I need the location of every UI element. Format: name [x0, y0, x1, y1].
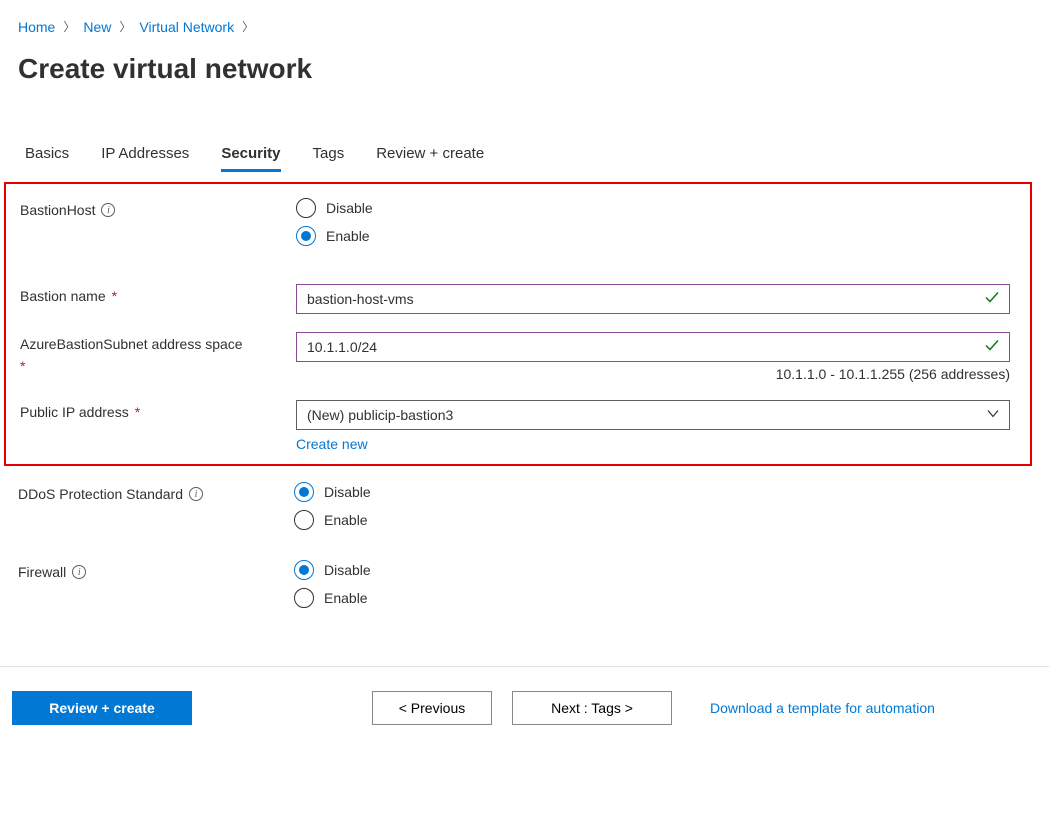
info-icon[interactable]: i	[72, 565, 86, 579]
tab-bar: Basics IP Addresses Security Tags Review…	[0, 85, 1049, 172]
bastion-host-disable-radio[interactable]: Disable	[296, 198, 1014, 218]
chevron-right-icon: 〉	[242, 18, 254, 35]
bastion-config-highlight: BastionHost i Disable Enable Bastion nam…	[4, 182, 1032, 466]
breadcrumb-virtual-network[interactable]: Virtual Network	[139, 19, 234, 35]
radio-label: Disable	[324, 562, 371, 578]
tab-ip-addresses[interactable]: IP Addresses	[101, 137, 189, 172]
chevron-right-icon: 〉	[63, 18, 75, 35]
required-icon: *	[135, 404, 140, 420]
label-text: Bastion name	[20, 288, 106, 304]
required-icon: *	[112, 288, 117, 304]
bastion-name-input[interactable]	[296, 284, 1010, 314]
ddos-label: DDoS Protection Standard i	[18, 482, 294, 502]
info-icon[interactable]: i	[101, 203, 115, 217]
firewall-radio-group: Disable Enable	[294, 560, 1033, 608]
radio-label: Enable	[324, 590, 368, 606]
breadcrumb: Home 〉 New 〉 Virtual Network 〉	[0, 0, 1049, 35]
check-icon	[984, 338, 1000, 357]
tab-tags[interactable]: Tags	[313, 137, 345, 172]
ddos-radio-group: Disable Enable	[294, 482, 1033, 530]
label-text: DDoS Protection Standard	[18, 486, 183, 502]
bastion-subnet-label: AzureBastionSubnet address space *	[20, 332, 296, 374]
public-ip-label: Public IP address *	[20, 400, 296, 420]
breadcrumb-new[interactable]: New	[83, 19, 111, 35]
label-text: Firewall	[18, 564, 66, 580]
bastion-subnet-input[interactable]	[296, 332, 1010, 362]
chevron-right-icon: 〉	[119, 18, 131, 35]
tab-basics[interactable]: Basics	[25, 137, 69, 172]
bastion-host-label: BastionHost i	[20, 198, 296, 218]
breadcrumb-home[interactable]: Home	[18, 19, 55, 35]
footer-actions: Review + create < Previous Next : Tags >…	[0, 667, 1049, 749]
public-ip-select[interactable]: (New) publicip-bastion3	[296, 400, 1010, 430]
label-text: BastionHost	[20, 202, 95, 218]
next-button[interactable]: Next : Tags >	[512, 691, 672, 725]
radio-label: Disable	[324, 484, 371, 500]
previous-button[interactable]: < Previous	[372, 691, 492, 725]
info-icon[interactable]: i	[189, 487, 203, 501]
create-new-public-ip-link[interactable]: Create new	[296, 436, 368, 452]
firewall-label: Firewall i	[18, 560, 294, 580]
bastion-host-enable-radio[interactable]: Enable	[296, 226, 1014, 246]
label-text: AzureBastionSubnet address space	[20, 336, 243, 352]
tab-security[interactable]: Security	[221, 137, 280, 172]
bastion-name-label: Bastion name *	[20, 284, 296, 304]
firewall-disable-radio[interactable]: Disable	[294, 560, 1033, 580]
radio-label: Disable	[326, 200, 373, 216]
radio-label: Enable	[326, 228, 370, 244]
page-title: Create virtual network	[0, 35, 1049, 85]
radio-label: Enable	[324, 512, 368, 528]
review-create-button[interactable]: Review + create	[12, 691, 192, 725]
label-text: Public IP address	[20, 404, 129, 420]
required-icon: *	[20, 358, 296, 374]
check-icon	[984, 290, 1000, 309]
ddos-disable-radio[interactable]: Disable	[294, 482, 1033, 502]
tab-review-create[interactable]: Review + create	[376, 137, 484, 172]
firewall-enable-radio[interactable]: Enable	[294, 588, 1033, 608]
bastion-subnet-helper: 10.1.1.0 - 10.1.1.255 (256 addresses)	[296, 366, 1010, 382]
download-template-link[interactable]: Download a template for automation	[710, 700, 935, 716]
ddos-enable-radio[interactable]: Enable	[294, 510, 1033, 530]
bastion-host-radio-group: Disable Enable	[296, 198, 1014, 246]
